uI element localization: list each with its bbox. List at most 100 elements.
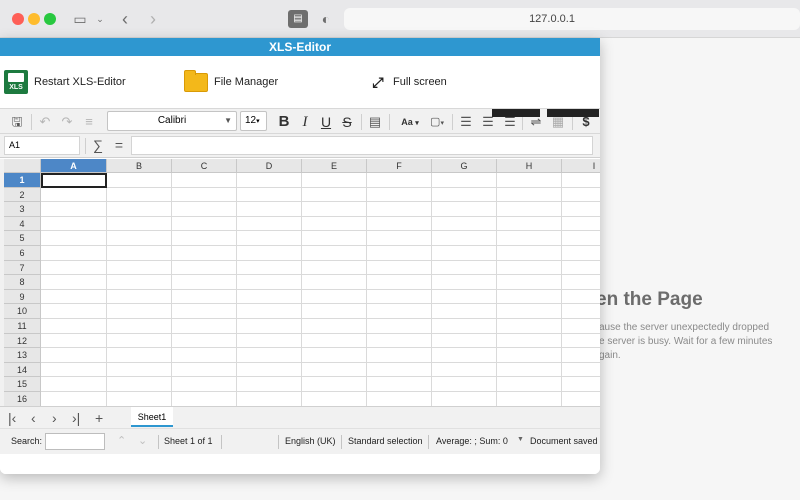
- row-header[interactable]: 16: [4, 392, 41, 406]
- undo-icon[interactable]: ↶: [36, 112, 54, 132]
- maximize-window-button[interactable]: [44, 13, 56, 25]
- row-header[interactable]: 3: [4, 202, 41, 217]
- bold-icon[interactable]: B: [275, 112, 293, 132]
- format-toolbar: 🖫 ↶ ↷ ≡ Calibri ▼ 12▾ B I U S ▤ Aa ▾ ▢▾ ☰…: [0, 108, 600, 134]
- language-status[interactable]: English (UK): [285, 436, 336, 446]
- last-sheet-icon[interactable]: ›|: [72, 408, 80, 428]
- grid-row-line: [41, 230, 600, 232]
- sum-icon[interactable]: ∑: [90, 135, 106, 155]
- column-header[interactable]: C: [172, 159, 237, 173]
- grid-row-line: [41, 361, 600, 363]
- column-header[interactable]: H: [497, 159, 562, 173]
- row-header[interactable]: 5: [4, 231, 41, 246]
- window-title: XLS-Editor: [0, 38, 600, 56]
- column-header[interactable]: E: [302, 159, 367, 173]
- grid-row-line: [41, 318, 600, 319]
- strikethrough-icon[interactable]: S: [338, 112, 356, 132]
- grid-row-line: [41, 259, 600, 261]
- forward-icon[interactable]: ›: [144, 9, 162, 29]
- chevron-down-icon[interactable]: ⌄: [94, 9, 106, 29]
- first-sheet-icon[interactable]: |‹: [8, 408, 16, 428]
- browser-toolbar: ▭ ⌄ ‹ › ▤ ◐ 127.0.0.1: [0, 0, 800, 38]
- previous-sheet-icon[interactable]: ‹: [31, 408, 36, 428]
- row-header[interactable]: 15: [4, 377, 41, 392]
- grid-row-line: [41, 288, 600, 290]
- formula-input[interactable]: [131, 136, 593, 155]
- row-header[interactable]: 7: [4, 260, 41, 276]
- redo-icon[interactable]: ↷: [58, 112, 76, 132]
- row-header[interactable]: 14: [4, 362, 41, 378]
- extension-icon[interactable]: ▤: [288, 10, 308, 28]
- dropdown-arrow-icon: ▼: [224, 116, 232, 125]
- summary-dropdown-icon[interactable]: ▼: [517, 436, 524, 443]
- row-header[interactable]: 6: [4, 246, 41, 261]
- underline-icon[interactable]: U: [317, 112, 335, 132]
- row-header[interactable]: 4: [4, 216, 41, 232]
- grid-row-line: [41, 215, 600, 217]
- grid-row-line: [41, 186, 600, 188]
- grid-row-line: [41, 332, 600, 334]
- search-label: Search:: [11, 436, 43, 446]
- cell-format-icon[interactable]: ▤: [366, 112, 384, 132]
- search-down-icon[interactable]: ⌄: [138, 434, 147, 447]
- grid-row-line: [41, 391, 600, 392]
- full-screen-button[interactable]: ⤢ Full screen: [369, 69, 446, 95]
- equals-icon[interactable]: =: [111, 135, 127, 155]
- grid-row-line: [41, 376, 600, 378]
- grid-row-line: [41, 274, 600, 276]
- column-header[interactable]: F: [367, 159, 432, 173]
- sheet-position: Sheet 1 of 1: [164, 436, 213, 446]
- row-header[interactable]: 11: [4, 319, 41, 334]
- column-header[interactable]: G: [432, 159, 497, 173]
- font-size-select[interactable]: 12▾: [240, 111, 267, 131]
- sidebar-toggle-icon[interactable]: ▭: [70, 9, 90, 29]
- folder-icon: [184, 69, 208, 92]
- xls-editor-window: XLS-Editor XLS Restart XLS-Editor File M…: [0, 38, 600, 474]
- row-header[interactable]: 10: [4, 304, 41, 319]
- search-input[interactable]: [45, 433, 105, 450]
- grid-row-line: [41, 303, 600, 305]
- spreadsheet-grid[interactable]: A B C D E F G H I 1 2 3 4 5 6 7 8 9 10 11 12 13 14 15 16: [0, 159, 600, 406]
- column-header[interactable]: D: [237, 159, 302, 173]
- error-body: ause the server unexpectedly dropped e s…: [599, 322, 773, 361]
- cell-reference-box[interactable]: A1: [4, 136, 80, 155]
- grid-row-line: [41, 347, 600, 349]
- align-left-icon[interactable]: ☰: [458, 112, 474, 132]
- column-header[interactable]: B: [107, 159, 172, 173]
- formula-bar: A1 ∑ =: [0, 134, 600, 158]
- row-header[interactable]: 9: [4, 289, 41, 305]
- italic-icon[interactable]: I: [296, 112, 314, 132]
- next-sheet-icon[interactable]: ›: [52, 408, 57, 428]
- border-icon[interactable]: ▢▾: [426, 112, 448, 132]
- select-all-corner[interactable]: [4, 159, 41, 173]
- restart-button[interactable]: XLS Restart XLS-Editor: [4, 69, 126, 95]
- close-window-button[interactable]: [12, 13, 24, 25]
- active-cell[interactable]: [41, 173, 107, 188]
- row-header[interactable]: 2: [4, 187, 41, 203]
- grid-row-line: [41, 245, 600, 246]
- document-state: Document saved: [530, 436, 598, 446]
- column-header[interactable]: I: [562, 159, 600, 173]
- file-manager-button[interactable]: File Manager: [184, 69, 278, 95]
- expand-icon: ⤢: [372, 74, 384, 90]
- selection-mode[interactable]: Standard selection: [348, 436, 423, 446]
- row-header[interactable]: 8: [4, 275, 41, 290]
- launcher-bar: XLS Restart XLS-Editor File Manager ⤢ Fu…: [0, 56, 600, 108]
- error-title: en the Page: [596, 289, 703, 310]
- row-header[interactable]: 1: [4, 173, 41, 188]
- font-case-button[interactable]: Aa ▾: [396, 112, 424, 132]
- search-up-icon[interactable]: ⌃: [117, 434, 126, 447]
- minimize-window-button[interactable]: [28, 13, 40, 25]
- row-header[interactable]: 13: [4, 348, 41, 363]
- privacy-shield-icon[interactable]: ◐: [318, 9, 334, 29]
- row-header[interactable]: 12: [4, 333, 41, 349]
- clear-format-icon[interactable]: ≡: [80, 112, 98, 132]
- address-bar[interactable]: 127.0.0.1: [344, 8, 800, 30]
- tab-sheet1[interactable]: Sheet1: [131, 407, 173, 427]
- back-icon[interactable]: ‹: [116, 9, 134, 29]
- add-sheet-icon[interactable]: +: [95, 408, 103, 428]
- status-bar: Search: ⌃ ⌄ Sheet 1 of 1 English (UK) St…: [0, 428, 600, 454]
- save-icon[interactable]: 🖫: [8, 112, 26, 132]
- font-name-select[interactable]: Calibri ▼: [107, 111, 237, 131]
- column-header[interactable]: A: [41, 159, 107, 173]
